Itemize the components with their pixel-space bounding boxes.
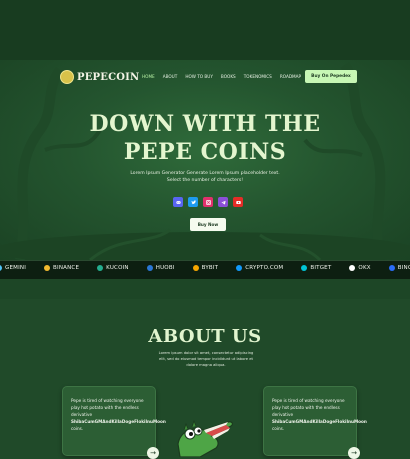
main-menu: HOME ABOUT HOW TO BUY BOOKS TOKENOMICS R… <box>142 74 309 79</box>
ticker-item: OKX <box>349 265 371 271</box>
about-card-left: Pepe is tired of watching everyone play … <box>62 386 166 459</box>
top-navigation: PEPECOIN HOME ABOUT HOW TO BUY BOOKS TOK… <box>0 68 410 88</box>
exchange-logo-icon <box>97 265 104 271</box>
section-divider <box>0 279 410 299</box>
ticker-label: BITGET <box>310 265 332 271</box>
exchange-logo-icon <box>236 265 243 271</box>
ticker-item: KUCOIN <box>97 265 129 271</box>
youtube-icon[interactable] <box>233 197 243 207</box>
buy-now-button[interactable]: Buy Now <box>190 218 226 231</box>
brand-name: PEPECOIN <box>77 71 140 83</box>
telegram-icon[interactable] <box>218 197 228 207</box>
hero-title-line-2: PEPE COINS <box>123 139 287 165</box>
hero-section: PEPECOIN HOME ABOUT HOW TO BUY BOOKS TOK… <box>0 60 410 260</box>
exchange-logo-icon <box>388 265 395 271</box>
ticker-row: GEMINI BINANCE KUCOIN HUOBI BYBIT CRYPTO.COM B… <box>0 265 410 271</box>
exchange-logo-icon <box>301 265 308 271</box>
about-card-text: Pepe is tired of watching everyone play … <box>71 398 166 431</box>
ticker-item: BINGX APP <box>388 265 410 271</box>
ticker-label: BYBIT <box>201 265 219 271</box>
buy-on-pepedex-button[interactable]: Buy On Pepedex <box>305 70 357 83</box>
ticker-item: BINANCE <box>44 265 79 271</box>
top-band <box>0 0 410 60</box>
ticker-label: BINANCE <box>53 265 80 271</box>
coin-icon <box>60 70 74 84</box>
arrow-right-icon[interactable]: → <box>147 447 159 459</box>
ticker-item: CRYPTO.COM <box>236 265 283 271</box>
exchange-logo-icon <box>0 265 2 271</box>
hero-title: DOWN WITH THE PEPE COINS <box>0 110 410 166</box>
instagram-icon[interactable] <box>203 197 213 207</box>
ticker-label: OKX <box>358 265 371 271</box>
ticker-item: BITGET <box>301 265 331 271</box>
social-links <box>173 197 243 207</box>
exchange-logo-icon <box>192 265 199 271</box>
exchange-ticker: GEMINI BINANCE KUCOIN HUOBI BYBIT CRYPTO.COM B… <box>0 260 410 280</box>
ticker-label: HUOBI <box>155 265 175 271</box>
brand-logo[interactable]: PEPECOIN <box>60 70 139 84</box>
ticker-label: CRYPTO.COM <box>245 265 284 271</box>
about-title: ABOUT US <box>148 326 262 347</box>
about-card-text: Pepe is tired of watching everyone play … <box>272 398 367 431</box>
about-text: Lorem ipsum dolor sit amet, consectetur … <box>158 351 254 367</box>
ticker-item: BYBIT <box>192 265 219 271</box>
hero-title-line-1: DOWN WITH THE <box>89 111 321 137</box>
ticker-item: GEMINI <box>0 265 26 271</box>
ticker-item: HUOBI <box>146 265 175 271</box>
exchange-logo-icon <box>146 265 153 271</box>
nav-item-how-to-buy[interactable]: HOW TO BUY <box>185 74 213 79</box>
nav-item-tokenomics[interactable]: TOKENOMICS <box>244 74 272 79</box>
about-card-right: Pepe is tired of watching everyone play … <box>263 386 367 459</box>
arrow-right-icon[interactable]: → <box>348 447 360 459</box>
ticker-label: KUCOIN <box>106 265 129 271</box>
nav-item-about[interactable]: ABOUT <box>163 74 178 79</box>
exchange-logo-icon <box>44 265 51 271</box>
hero-subtitle: Lorem Ipsum Generator Generate Lorem Ips… <box>120 170 290 184</box>
crocodile-mascot <box>177 419 234 457</box>
ticker-label: GEMINI <box>5 265 27 271</box>
discord-icon[interactable] <box>173 197 183 207</box>
hero-subtitle-line-1: Lorem Ipsum Generator Generate Lorem Ips… <box>130 171 280 176</box>
ticker-label: BINGX APP <box>397 265 410 271</box>
nav-item-books[interactable]: BOOKS <box>221 74 236 79</box>
nav-item-roadmap[interactable]: ROADMAP <box>280 74 301 79</box>
hero-subtitle-line-2: Select the number of characters! <box>166 178 244 183</box>
twitter-icon[interactable] <box>188 197 198 207</box>
nav-item-home[interactable]: HOME <box>142 74 155 79</box>
exchange-logo-icon <box>349 265 356 271</box>
